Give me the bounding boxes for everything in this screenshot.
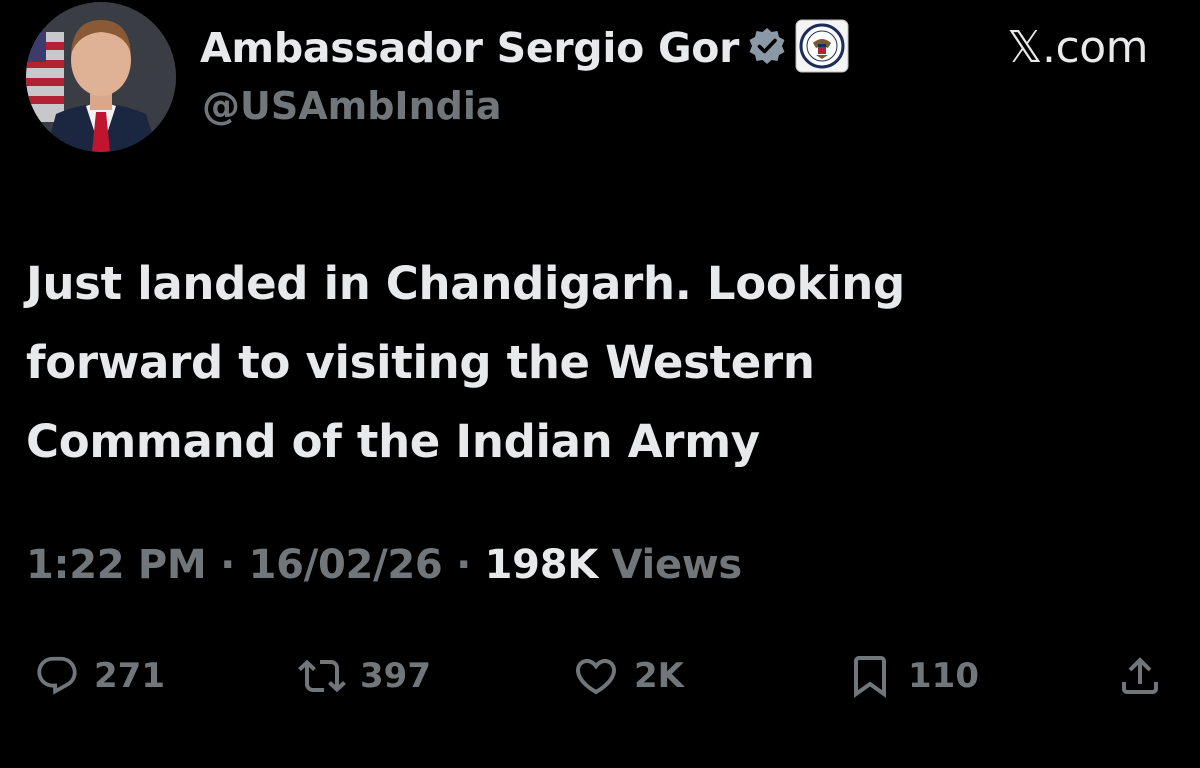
- verified-badge-icon: [747, 26, 787, 70]
- views-label: Views: [611, 542, 743, 588]
- tweet-text-line: forward to visiting the Western: [26, 336, 815, 389]
- bookmark-button[interactable]: 110: [846, 646, 979, 706]
- like-button[interactable]: 2K: [572, 646, 684, 706]
- reply-button[interactable]: 271: [34, 646, 165, 706]
- state-department-seal-icon: [795, 19, 849, 77]
- views-count: 198K: [484, 542, 599, 588]
- bookmark-icon: [854, 656, 886, 698]
- heart-icon: [575, 659, 617, 695]
- repost-button[interactable]: 397: [298, 646, 431, 706]
- repost-count: 397: [360, 656, 431, 696]
- meta-separator: ·: [456, 542, 471, 588]
- reply-icon: [37, 656, 77, 695]
- avatar[interactable]: [26, 2, 176, 152]
- tweet-text-line: Command of the Indian Army: [26, 415, 760, 468]
- share-icon: [1122, 657, 1158, 694]
- author-handle[interactable]: @USAmbIndia: [202, 84, 502, 128]
- tweet-text: Just landed in Chandigarh. Looking forwa…: [26, 244, 1026, 481]
- bookmark-count: 110: [908, 656, 979, 696]
- repost-icon: [298, 659, 346, 693]
- x-com-brand: 𝕏.com: [1007, 22, 1148, 73]
- meta-separator: ·: [220, 542, 235, 588]
- reply-count: 271: [94, 656, 165, 696]
- share-button[interactable]: [1116, 646, 1164, 706]
- author-name-row[interactable]: Ambassador Sergio Gor: [200, 19, 849, 77]
- tweet-time[interactable]: 1:22 PM: [26, 542, 207, 588]
- tweet-action-bar: 271 397 2K 110: [0, 646, 1200, 706]
- like-count: 2K: [634, 656, 685, 696]
- tweet-date[interactable]: 16/02/26: [249, 542, 443, 588]
- tweet-text-line: Just landed in Chandigarh. Looking: [26, 257, 905, 310]
- tweet-meta: 1:22 PM · 16/02/26 · 198K Views: [26, 542, 742, 588]
- profile-photo: [26, 2, 176, 152]
- author-display-name[interactable]: Ambassador Sergio Gor: [200, 24, 739, 72]
